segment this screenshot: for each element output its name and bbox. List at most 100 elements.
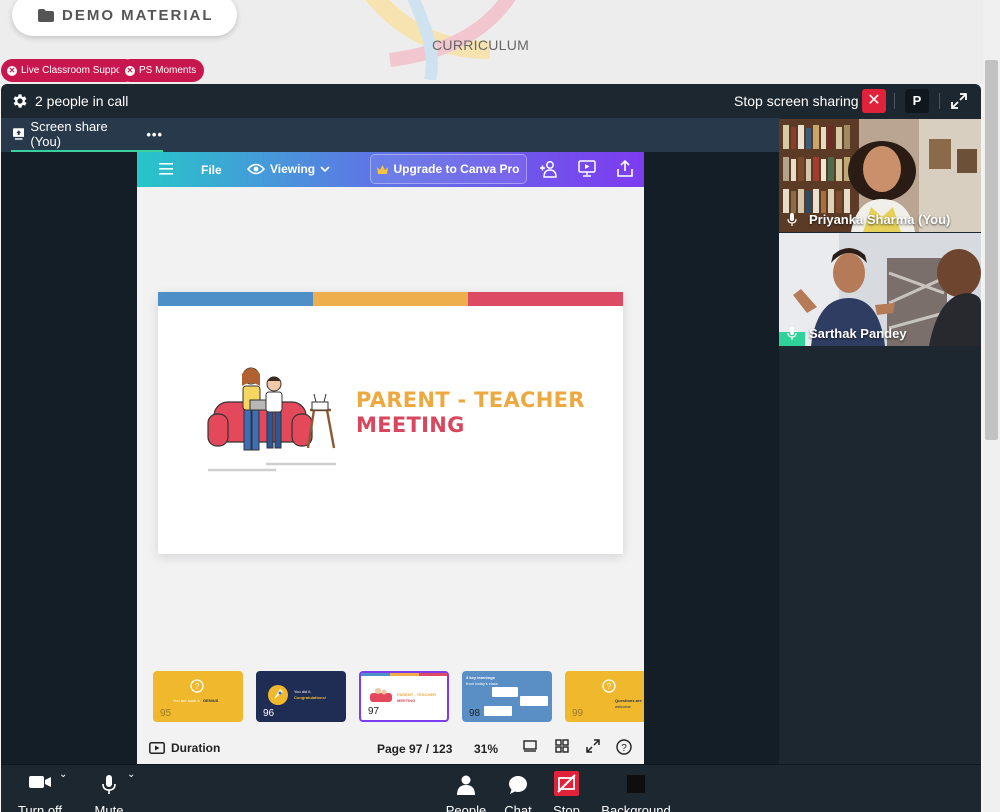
thumbnail-text: You did it, [294,689,312,694]
viewing-mode-dropdown[interactable]: Viewing [247,162,330,176]
slide-title-line1: PARENT - TEACHER [356,388,585,412]
grid-view-icon[interactable] [555,739,569,753]
call-header: 2 people in call Stop screen sharing ✕ P [1,84,981,118]
zoom-level[interactable]: 31% [474,742,498,756]
chevron-down-icon [320,166,330,172]
file-menu[interactable]: File [201,163,222,177]
timer-icon [149,742,165,754]
thumbnail-number: 99 [572,708,584,719]
present-icon[interactable] [578,160,596,178]
mute-button[interactable]: Mute [95,775,123,812]
folder-icon [38,8,54,22]
participant-tile-priyanka[interactable]: Priyanka Sharma (You) [779,119,981,232]
demo-material-label: DEMO MATERIAL [62,6,214,24]
stop-share-button[interactable]: Stop [553,771,580,812]
camera-toggle-button[interactable]: Turn off [18,775,62,812]
upload-share-icon[interactable] [616,160,634,178]
slide-stripe-blue [158,292,313,306]
slide-thumbnail-96[interactable]: You did it, Congratulations! 96 [256,671,346,722]
stop-sharing-close-button[interactable]: ✕ [862,89,886,113]
background-label: Background [601,803,671,812]
screen-share-tabbar: Screen share (You) ••• [1,118,779,152]
person-icon [457,775,475,795]
thumbnail-number: 98 [469,708,481,719]
page-header: DEMO MATERIAL CURRICULUM ✕ Live Classroo… [0,0,1000,84]
screen-share-tab[interactable]: Screen share (You) ••• [11,118,163,152]
people-label: People [445,803,487,812]
canva-footer: Duration Page 97 / 123 31% ? [137,732,644,764]
more-options-icon[interactable]: ••• [146,127,163,142]
crown-icon [377,164,389,174]
profile-avatar-button[interactable]: P [905,89,929,113]
stop-presenting-icon [554,771,579,796]
canva-presentation: File Viewing Upgrade to Canva Pro PARENT… [137,152,644,764]
hamburger-menu-icon[interactable] [159,163,173,175]
slide-thumbnail-95[interactable]: ? You are such a GENIUS 95 [153,671,243,722]
camera-label: Turn off [17,803,63,812]
chevron-down-icon[interactable]: ⌄ [59,769,67,780]
slide-thumbnail-strip: ? You are such a GENIUS 95 You did it, C… [151,671,644,723]
viewing-label: Viewing [270,162,316,176]
canva-toolbar: File Viewing Upgrade to Canva Pro [137,152,644,187]
upgrade-label: Upgrade to Canva Pro [393,162,520,176]
microphone-icon [787,327,797,340]
chat-button[interactable]: Chat [504,775,532,812]
demo-material-button[interactable]: DEMO MATERIAL [12,0,237,36]
people-button[interactable]: People [446,775,486,812]
gear-icon[interactable] [11,92,29,110]
thumbnail-text: GENIUS [203,698,219,703]
background-icon [627,775,645,793]
share-people-icon[interactable] [539,160,559,178]
help-icon[interactable]: ? [616,739,632,755]
slide-thumbnail-99[interactable]: ? Questions are welcome 99 [565,671,644,722]
stop-screen-sharing-label[interactable]: Stop screen sharing [734,93,859,109]
scrollbar-thumb[interactable] [985,60,998,440]
slide-stripe-red [468,292,623,306]
thumbnail-text: 3 key learnings [466,675,495,680]
participant-name: Priyanka Sharma (You) [809,212,951,227]
thumbnail-text: Congratulations! [294,695,326,700]
video-camera-icon [29,776,51,788]
page-indicator: Page 97 / 123 [377,742,453,756]
screen-share-tab-label: Screen share (You) [30,119,108,149]
background-button[interactable]: Background [601,775,671,812]
slide-thumbnail-97[interactable]: PARENT - TEACHER MEETING 97 [359,671,449,722]
divider [894,93,895,109]
thumbnail-text: You are such a [173,698,200,703]
divider [939,93,940,109]
question-circle-icon: ? [602,679,616,693]
rocket-illustration [268,685,288,705]
call-controls-bar: Turn off ⌄ Mute ⌄ People Chat Stop Backg… [1,764,981,812]
participant-name: Sarthak Pandey [809,326,907,341]
question-circle-icon: ? [190,679,204,693]
close-icon[interactable]: ✕ [125,65,135,76]
notes-icon[interactable] [523,739,537,753]
slide-thumbnail-98[interactable]: 3 key learnings from today's class 98 [462,671,552,722]
video-call-window: 2 people in call Stop screen sharing ✕ P… [1,84,981,812]
thumbnail-text: PARENT - TEACHER [397,692,437,697]
fullscreen-icon[interactable] [586,739,600,753]
chevron-down-icon[interactable]: ⌄ [127,769,135,780]
svg-text:?: ? [607,682,612,691]
screen-share-icon [13,128,25,140]
live-classroom-support-chip[interactable]: ✕ Live Classroom Support [1,59,136,82]
thumbnail-text: Questions are [615,698,642,703]
chat-label: Chat [504,803,532,812]
svg-text:?: ? [621,743,627,754]
duration-label: Duration [171,741,221,755]
upgrade-to-canva-pro-button[interactable]: Upgrade to Canva Pro [370,154,527,184]
microphone-icon [787,213,797,226]
thumbnail-text: welcome [615,704,631,709]
curriculum-link[interactable]: CURRICULUM [432,37,529,53]
fullscreen-expand-icon[interactable] [949,91,969,111]
ps-moments-chip[interactable]: ✕ PS Moments [119,59,205,82]
slide-stripe-yellow [313,292,468,306]
page-scrollbar[interactable] [983,0,1000,812]
thumbnail-text: from today's class [466,681,498,686]
duration-button[interactable]: Duration [149,741,220,755]
participant-tile-sarthak[interactable]: Sarthak Pandey [779,233,981,346]
close-icon[interactable]: ✕ [7,65,17,76]
couch-illustration [370,688,392,702]
chip-label: Live Classroom Support [21,65,128,76]
parent-child-couch-illustration [207,367,336,472]
